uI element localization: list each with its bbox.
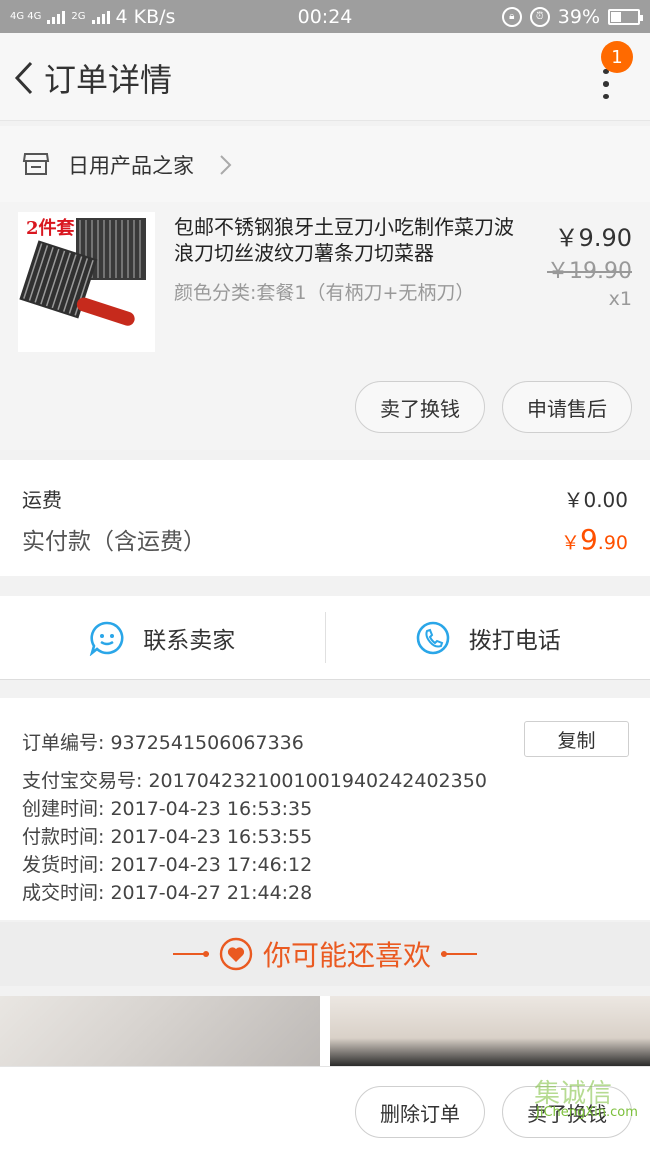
recommend-item-image[interactable] xyxy=(330,996,650,1066)
paid-integer: 9 xyxy=(579,523,598,556)
copy-button[interactable]: 复制 xyxy=(524,721,629,757)
contact-seller-button[interactable]: 联系卖家 xyxy=(0,596,325,679)
order-number: 订单编号: 9372541506067336 xyxy=(22,732,304,754)
network-type-2: 2G xyxy=(71,10,86,22)
product-original-price: ￥19.90 xyxy=(547,259,632,284)
alarm-icon: ⏰︎ xyxy=(529,6,550,27)
shipping-label: 运费 xyxy=(22,488,62,512)
thumbnail-label: 2件套 xyxy=(26,218,75,239)
battery-icon xyxy=(608,8,643,25)
shipping-row: 运费 ￥0.00 xyxy=(22,484,628,513)
signal-icon xyxy=(47,10,66,24)
call-phone-label: 拨打电话 xyxy=(468,627,561,654)
network-speed: 4 KB/s xyxy=(115,5,176,28)
bottom-action-bar: 删除订单 卖了换钱 集诚信 JiChengXin.com xyxy=(0,1066,650,1155)
page-title: 订单详情 xyxy=(44,61,173,99)
product-spec: 颜色分类:套餐1（有柄刀+无柄刀） xyxy=(174,282,475,304)
shop-name: 日用产品之家 xyxy=(68,154,194,178)
battery-fill xyxy=(611,11,621,22)
network-type: 4G 4G xyxy=(10,10,42,22)
chat-bubble-icon xyxy=(90,621,124,656)
battery-percent: 39% xyxy=(557,5,600,28)
created-time: 创建时间: 2017-04-23 16:53:35 xyxy=(22,798,313,820)
shop-row[interactable]: 日用产品之家 xyxy=(0,126,650,202)
product-title[interactable]: 包邮不锈钢狼牙土豆刀小吃制作菜刀波浪刀切丝波纹刀薯条刀切菜器 xyxy=(174,214,524,266)
status-right: 🔒︎ ⏰︎ 39% xyxy=(400,5,643,28)
shipped-time: 发货时间: 2017-04-23 17:46:12 xyxy=(22,854,313,876)
status-bar: 4G 4G 2G 4 KB/s 00:24 🔒︎ ⏰︎ 39% xyxy=(0,0,650,33)
alipay-trade-number: 支付宝交易号: 2017042321001001940242402350 xyxy=(22,770,487,792)
more-menu-icon[interactable] xyxy=(598,69,614,99)
signal-icon-2 xyxy=(91,10,110,24)
sell-button[interactable]: 卖了换钱 xyxy=(355,381,485,433)
cost-summary: 运费 ￥0.00 实付款（含运费） ￥9.90 xyxy=(0,460,650,576)
product-quantity: x1 xyxy=(608,288,632,310)
order-info: 订单编号: 9372541506067336 复制 支付宝交易号: 201704… xyxy=(0,698,650,920)
delete-order-button[interactable]: 删除订单 xyxy=(355,1086,485,1138)
contact-seller-label: 联系卖家 xyxy=(143,627,236,654)
chevron-right-icon xyxy=(220,155,232,175)
decor-line-right xyxy=(441,951,477,957)
call-phone-button[interactable]: 拨打电话 xyxy=(326,596,650,679)
completed-time: 成交时间: 2017-04-27 21:44:28 xyxy=(22,882,313,904)
after-sale-button[interactable]: 申请售后 xyxy=(502,381,632,433)
product-item[interactable]: 2件套 包邮不锈钢狼牙土豆刀小吃制作菜刀波浪刀切丝波纹刀薯条刀切菜器 颜色分类:… xyxy=(0,202,650,450)
recommend-title: 你可能还喜欢 xyxy=(262,939,431,972)
recommend-item-image[interactable] xyxy=(0,996,320,1066)
shipping-value: ￥0.00 xyxy=(563,488,628,512)
back-arrow-icon[interactable] xyxy=(14,61,34,95)
clock: 00:24 xyxy=(297,5,353,28)
product-thumbnail[interactable]: 2件套 xyxy=(18,212,155,352)
paid-currency: ￥ xyxy=(560,532,580,554)
store-icon xyxy=(22,153,50,175)
phone-icon xyxy=(416,621,450,654)
paid-label: 实付款（含运费） xyxy=(22,529,206,555)
lock-rotation-icon: 🔒︎ xyxy=(501,6,522,27)
contact-bar: 联系卖家 拨打电话 xyxy=(0,596,650,680)
status-left: 4G 4G 2G 4 KB/s xyxy=(10,6,250,28)
product-price: ￥9.90 xyxy=(554,224,632,252)
notification-badge: 1 xyxy=(601,41,633,73)
recommend-grid xyxy=(0,996,650,1066)
paid-decimal: .90 xyxy=(597,532,628,554)
decor-line-left xyxy=(172,951,209,957)
paid-row: 实付款（含运费） ￥9.90 xyxy=(22,522,628,556)
paid-time: 付款时间: 2017-04-23 16:53:55 xyxy=(22,826,313,848)
watermark-text: JiChengXin.com xyxy=(536,1105,638,1120)
nav-bar: 订单详情 1 xyxy=(0,33,650,121)
heart-icon xyxy=(219,937,253,971)
recommend-header: 你可能还喜欢 xyxy=(0,922,650,986)
paid-amount: ￥9.90 xyxy=(561,523,628,556)
